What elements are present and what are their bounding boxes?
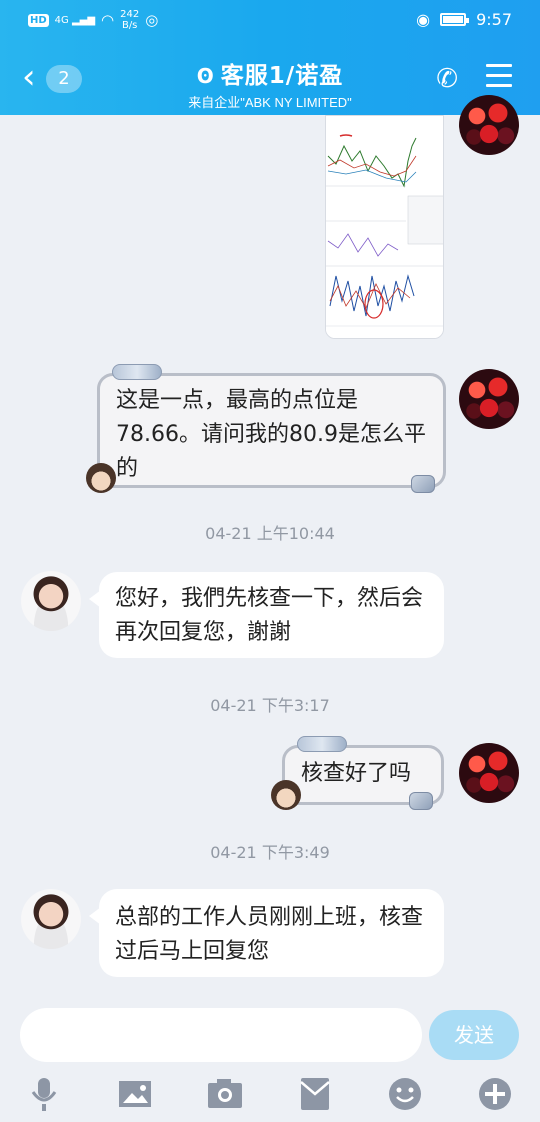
- header-bar: HD 4G ▂▄▆ ◠ 242 B/s ◎ ◉ 9:57 ‹ 2 ʘ 客服1/诺盈 …: [0, 0, 540, 115]
- chart-screenshot-image[interactable]: [325, 115, 444, 339]
- bubble-character-icon: [271, 780, 301, 810]
- hotspot-icon: ◎: [145, 11, 159, 29]
- my-avatar[interactable]: [459, 95, 519, 155]
- message-input[interactable]: [20, 1008, 422, 1062]
- battery-icon: [440, 13, 470, 26]
- clock: 9:57: [476, 10, 512, 29]
- plus-icon[interactable]: [475, 1074, 515, 1114]
- input-toolbar: [0, 1068, 540, 1122]
- phone-icon[interactable]: ✆: [436, 64, 458, 94]
- signal-indicator: 4G ▂▄▆: [54, 14, 96, 26]
- message-timestamp: 04-21 上午10:44: [205, 524, 335, 543]
- message-text: 您好，我們先核查一下，然后会再次回复您，謝謝: [115, 586, 424, 645]
- chart-thumbnail: [326, 116, 443, 338]
- message-text: 总部的工作人员刚刚上班，核查过后马上回复您: [115, 905, 424, 964]
- message-timestamp: 04-21 下午3:17: [210, 696, 330, 715]
- wifi-icon: ◠: [101, 11, 115, 29]
- emoji-icon[interactable]: [385, 1074, 425, 1114]
- bubble-decoration: [411, 475, 435, 493]
- message-timestamp: 04-21 下午3:49: [210, 843, 330, 862]
- page-subtitle: 来自企业"ABK NY LIMITED": [188, 95, 352, 110]
- page-title: 客服1/诺盈: [220, 63, 344, 89]
- net-speed: 242 B/s: [120, 9, 140, 31]
- message-bubble[interactable]: 核查好了吗: [271, 736, 444, 810]
- status-bar: HD 4G ▂▄▆ ◠ 242 B/s ◎ ◉ 9:57: [0, 0, 540, 40]
- image-icon[interactable]: [115, 1074, 155, 1114]
- red-envelope-icon[interactable]: [295, 1074, 335, 1114]
- message-bubble[interactable]: 您好，我們先核查一下，然后会再次回复您，謝謝: [89, 572, 444, 658]
- bubble-decoration: [409, 792, 433, 810]
- message-bubble[interactable]: 这是一点，最高的点位是78.66。请问我的80.9是怎么平的: [86, 364, 446, 493]
- message-text: 核查好了吗: [301, 761, 412, 786]
- bubble-character-icon: [86, 463, 116, 493]
- agent-avatar[interactable]: [21, 571, 81, 631]
- my-avatar[interactable]: [459, 743, 519, 803]
- message-bubble[interactable]: 总部的工作人员刚刚上班，核查过后马上回复您: [89, 889, 444, 977]
- bubble-decoration: [112, 364, 162, 380]
- microphone-icon[interactable]: [24, 1074, 64, 1114]
- bubble-decoration: [297, 736, 347, 752]
- camera-icon[interactable]: [205, 1074, 245, 1114]
- hd-indicator: HD: [28, 13, 49, 27]
- agent-avatar[interactable]: [21, 889, 81, 949]
- message-text: 这是一点，最高的点位是78.66。请问我的80.9是怎么平的: [116, 388, 426, 481]
- ear-icon: ʘ: [196, 64, 215, 88]
- send-button[interactable]: 发送: [429, 1010, 519, 1060]
- menu-icon[interactable]: [486, 64, 512, 88]
- eye-icon: ◉: [416, 10, 431, 29]
- nav-bar: ‹ 2 ʘ 客服1/诺盈 来自企业"ABK NY LIMITED" ✆: [0, 50, 540, 110]
- my-avatar[interactable]: [459, 369, 519, 429]
